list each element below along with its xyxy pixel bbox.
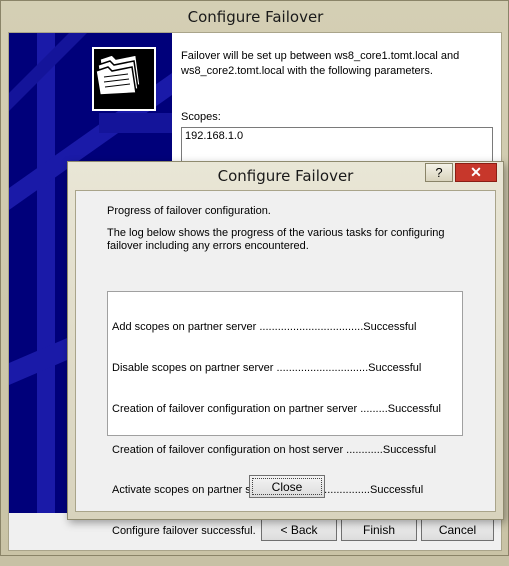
wizard-description: Failover will be set up between ws8_core…	[181, 50, 460, 77]
log-line: Add scopes on partner server ...........…	[112, 321, 417, 334]
log-line: Creation of failover configuration on ho…	[112, 443, 437, 456]
log-line: Creation of failover configuration on pa…	[112, 402, 441, 415]
wizard-titlebar[interactable]: Configure Failover	[1, 1, 509, 32]
folders-icon	[92, 47, 156, 111]
close-icon[interactable]: ✕	[455, 163, 497, 182]
progress-dialog: Configure Failover ? ✕ Progress of failo…	[67, 161, 504, 537]
wizard-title: Configure Failover	[187, 7, 324, 26]
close-button[interactable]: Close	[249, 475, 325, 498]
dialog-title: Configure Failover	[217, 167, 354, 185]
log-line: Disable scopes on partner server .......…	[112, 361, 422, 374]
help-icon[interactable]: ?	[425, 163, 453, 182]
progress-log[interactable]: Add scopes on partner server ...........…	[107, 291, 463, 537]
progress-heading: Progress of failover configuration.	[107, 205, 271, 217]
log-description: The log below shows the progress of the …	[107, 227, 445, 252]
log-line: Configure failover successful.	[112, 525, 256, 538]
scopes-label: Scopes:	[181, 111, 221, 123]
dialog-client-area: Progress of failover configuration. The …	[75, 190, 496, 537]
scope-item[interactable]: 192.168.1.0	[185, 130, 243, 142]
